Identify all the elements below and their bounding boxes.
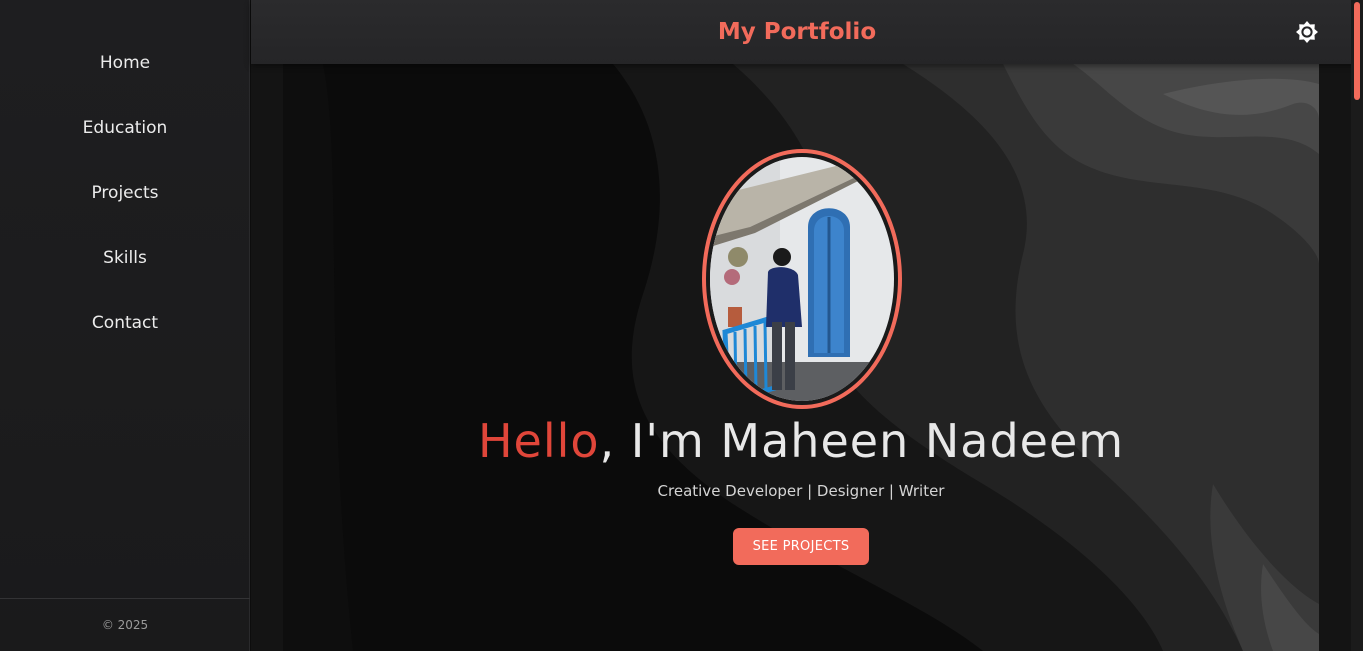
sidebar: Home Education Projects Skills Contact ©…: [0, 0, 250, 651]
scrollbar-thumb[interactable]: [1354, 2, 1360, 100]
greeting-text: Hello: [477, 414, 600, 468]
sun-icon: [1296, 21, 1318, 43]
theme-toggle-button[interactable]: [1295, 20, 1319, 44]
sidebar-nav: Home Education Projects Skills Contact: [0, 30, 250, 355]
name-text: , I'm Maheen Nadeem: [599, 414, 1125, 468]
sidebar-item-contact[interactable]: Contact: [0, 290, 250, 355]
copyright-footer: © 2025: [0, 598, 250, 651]
page-scrollbar[interactable]: [1351, 0, 1363, 651]
sidebar-item-home[interactable]: Home: [0, 30, 250, 95]
sidebar-item-skills[interactable]: Skills: [0, 225, 250, 290]
profile-photo: [710, 157, 894, 401]
hero-section: Hello, I'm Maheen Nadeem Creative Develo…: [283, 64, 1319, 651]
site-title: My Portfolio: [717, 19, 877, 45]
main-content: Hello, I'm Maheen Nadeem Creative Develo…: [251, 64, 1363, 651]
hero-heading: Hello, I'm Maheen Nadeem: [283, 414, 1319, 468]
top-header: My Portfolio: [251, 0, 1363, 64]
sidebar-item-education[interactable]: Education: [0, 95, 250, 160]
hero-subtitle: Creative Developer | Designer | Writer: [657, 482, 945, 500]
profile-photo-frame: [702, 149, 902, 409]
portfolio-app: Home Education Projects Skills Contact ©…: [0, 0, 1363, 651]
sidebar-item-projects[interactable]: Projects: [0, 160, 250, 225]
see-projects-button[interactable]: SEE PROJECTS: [733, 528, 869, 565]
